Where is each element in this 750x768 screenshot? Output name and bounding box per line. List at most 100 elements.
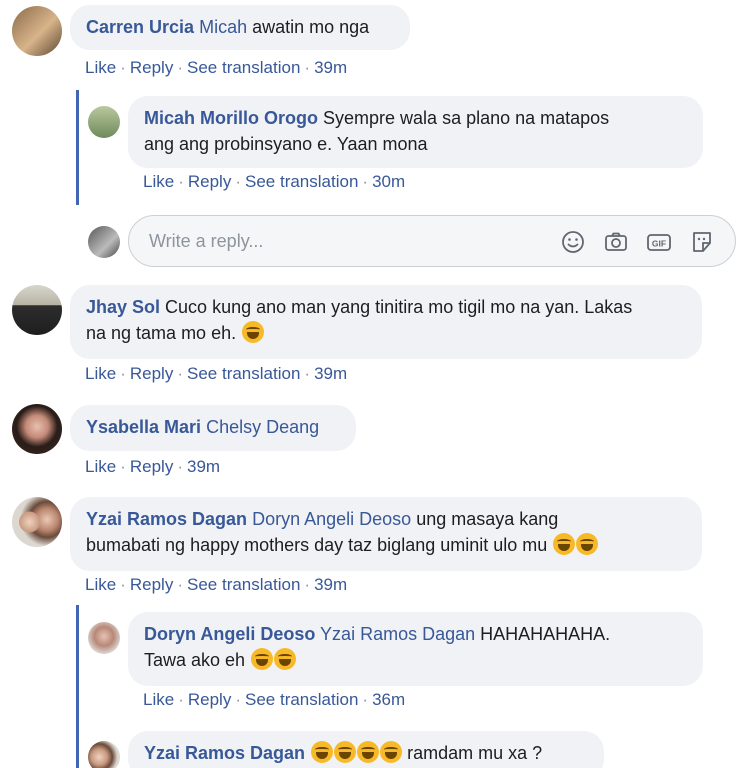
like-link[interactable]: Like (85, 58, 116, 77)
reply-link[interactable]: Reply (130, 364, 173, 383)
separator-dot: · (177, 575, 183, 594)
comment-time[interactable]: 39m (314, 58, 347, 77)
comment-actions: Like · Reply · See translation · 39m (85, 364, 347, 384)
separator-dot: · (177, 457, 183, 476)
comment-bubble: Yzai Ramos Dagan Doryn Angeli Deoso ung … (70, 497, 702, 571)
reply-thread-line (76, 605, 79, 768)
reply-link[interactable]: Reply (130, 575, 173, 594)
separator-dot: · (178, 690, 184, 709)
comment-author[interactable]: Yzai Ramos Dagan (144, 743, 305, 763)
like-link[interactable]: Like (143, 690, 174, 709)
comment-bubble: Carren Urcia Micah awatin mo nga (70, 5, 410, 50)
avatar-ysabella-mari[interactable] (12, 404, 62, 454)
comment-bubble: Jhay Sol Cuco kung ano man yang tinitira… (70, 285, 702, 359)
separator-dot: · (178, 172, 184, 191)
comment-time[interactable]: 39m (314, 364, 347, 383)
svg-text:GIF: GIF (652, 239, 666, 249)
comment-text-line-2: na ng tama mo eh. (86, 323, 237, 343)
like-link[interactable]: Like (85, 364, 116, 383)
comment-actions: Like · Reply · See translation · 30m (143, 172, 405, 192)
separator-dot: · (304, 364, 311, 383)
comment-text: awatin mo nga (252, 17, 370, 37)
like-link[interactable]: Like (85, 575, 116, 594)
comment-bubble: Ysabella Mari Chelsy Deang (70, 405, 356, 451)
comment-time[interactable]: 39m (187, 457, 220, 476)
comment-author[interactable]: Jhay Sol (86, 297, 160, 317)
comment-mention[interactable]: Doryn Angeli Deoso (252, 509, 411, 529)
avatar-yzai-ramos-dagan[interactable] (12, 497, 62, 547)
separator-dot: · (120, 364, 126, 383)
comment-author[interactable]: Micah Morillo Orogo (144, 108, 318, 128)
laughing-emoji-icon (251, 648, 274, 670)
laughing-emoji-icon (380, 741, 403, 763)
comment-text-line-1: Syempre wala sa plano na matapos (323, 108, 610, 128)
separator-dot: · (304, 58, 311, 77)
separator-dot: · (120, 58, 126, 77)
comment-text: ramdam mu xa ? (407, 743, 543, 763)
comment-mention[interactable]: Chelsy Deang (206, 417, 319, 437)
avatar-jhay-sol[interactable] (12, 285, 62, 335)
separator-dot: · (120, 575, 126, 594)
laughing-emoji-icon (274, 648, 297, 670)
see-translation-link[interactable]: See translation (187, 575, 300, 594)
comment-time[interactable]: 39m (314, 575, 347, 594)
reply-input[interactable]: Write a reply... GIF (128, 215, 736, 267)
reply-placeholder: Write a reply... (149, 231, 264, 251)
reply-link[interactable]: Reply (130, 457, 173, 476)
avatar-doryn-angeli-deoso[interactable] (88, 622, 120, 654)
laughing-emoji-icon (334, 741, 357, 763)
reply-link[interactable]: Reply (188, 690, 231, 709)
gif-icon[interactable]: GIF (646, 229, 672, 255)
comment-time[interactable]: 30m (372, 172, 405, 191)
avatar-micah-morillo-orogo[interactable] (88, 106, 120, 138)
laughing-emoji-icon (553, 533, 576, 555)
comment-bubble: Doryn Angeli Deoso Yzai Ramos Dagan HAHA… (128, 612, 703, 686)
comment-author[interactable]: Yzai Ramos Dagan (86, 509, 247, 529)
comment-text-line-2: ang ang probinsyano e. Yaan mona (144, 134, 428, 154)
separator-dot: · (362, 172, 369, 191)
comment-author[interactable]: Carren Urcia (86, 17, 194, 37)
comment-text-line-2: Tawa ako eh (144, 650, 246, 670)
comment-text-line-2: bumabati ng happy mothers day taz biglan… (86, 535, 548, 555)
comment-author[interactable]: Doryn Angeli Deoso (144, 624, 315, 644)
comment-text-line-1: HAHAHAHAHA. (480, 624, 611, 644)
reply-thread-line (76, 90, 79, 205)
comment-time[interactable]: 36m (372, 690, 405, 709)
separator-dot: · (177, 58, 183, 77)
like-link[interactable]: Like (143, 172, 174, 191)
comment-author[interactable]: Ysabella Mari (86, 417, 201, 437)
avatar-carren-urcia[interactable] (12, 6, 62, 56)
see-translation-link[interactable]: See translation (245, 172, 358, 191)
see-translation-link[interactable]: See translation (187, 364, 300, 383)
separator-dot: · (235, 690, 241, 709)
laughing-emoji-icon (242, 321, 265, 343)
comment-mention[interactable]: Yzai Ramos Dagan (320, 624, 475, 644)
comment-actions: Like · Reply · See translation · 36m (143, 690, 405, 710)
like-link[interactable]: Like (85, 457, 116, 476)
separator-dot: · (362, 690, 369, 709)
separator-dot: · (120, 457, 126, 476)
sticker-icon[interactable] (689, 229, 715, 255)
separator-dot: · (177, 364, 183, 383)
separator-dot: · (235, 172, 241, 191)
comment-text-line-1: ung masaya kang (416, 509, 559, 529)
see-translation-link[interactable]: See translation (187, 58, 300, 77)
comment-actions: Like · Reply · See translation · 39m (85, 575, 347, 595)
see-translation-link[interactable]: See translation (245, 690, 358, 709)
avatar-yzai-ramos-dagan[interactable] (88, 741, 120, 768)
laughing-emoji-icon (357, 741, 380, 763)
emoji-icon[interactable] (560, 229, 586, 255)
laughing-emoji-icon (311, 741, 334, 763)
comment-bubble: Micah Morillo Orogo Syempre wala sa plan… (128, 96, 703, 168)
camera-icon[interactable] (603, 229, 629, 255)
comment-bubble: Yzai Ramos Dagan ramdam mu xa ? (128, 731, 604, 768)
reply-link[interactable]: Reply (188, 172, 231, 191)
comment-actions: Like · Reply · See translation · 39m (85, 58, 347, 78)
comment-actions: Like · Reply · 39m (85, 457, 220, 477)
current-user-avatar (88, 226, 120, 258)
comment-text-line-1: Cuco kung ano man yang tinitira mo tigil… (165, 297, 633, 317)
reply-link[interactable]: Reply (130, 58, 173, 77)
comment-mention[interactable]: Micah (199, 17, 247, 37)
separator-dot: · (304, 575, 311, 594)
laughing-emoji-icon (576, 533, 599, 555)
